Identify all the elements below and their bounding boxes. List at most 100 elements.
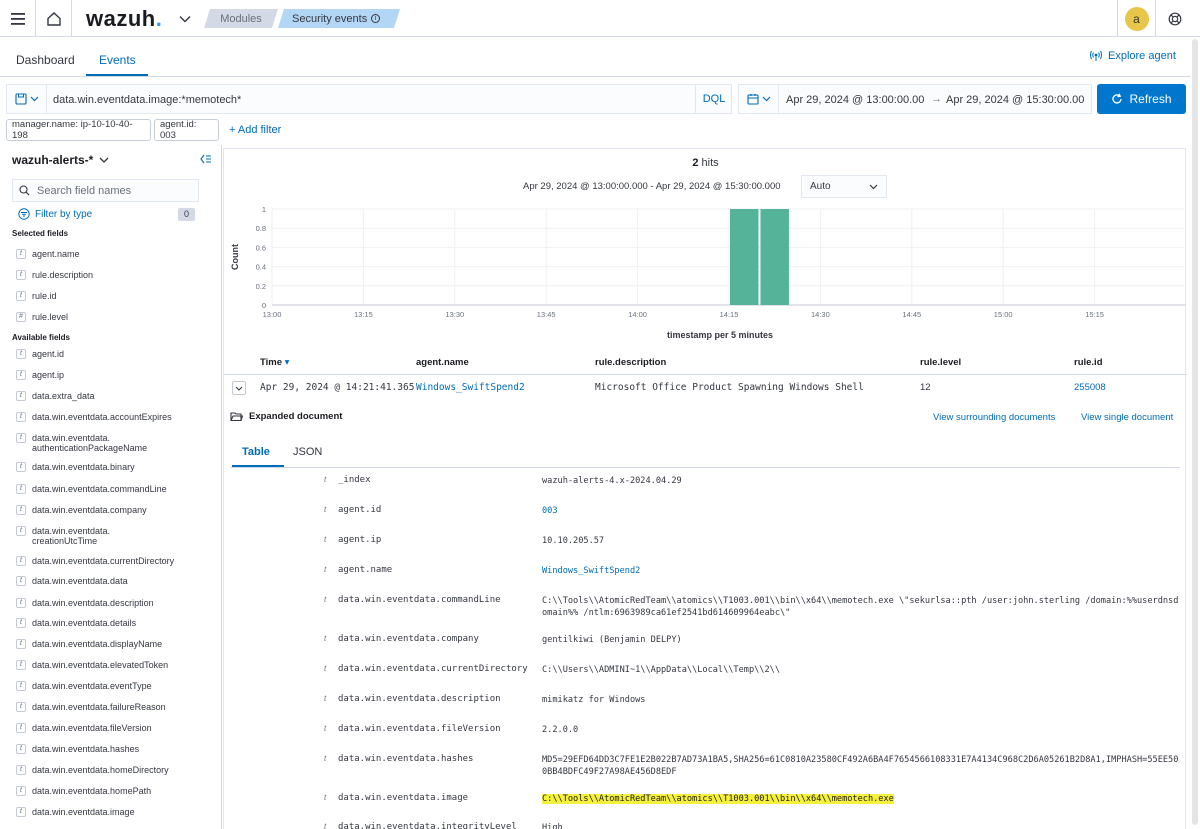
column-header-agent-name[interactable]: agent.name xyxy=(416,357,469,368)
document-field-value[interactable]: 003 xyxy=(542,505,1180,517)
field-item[interactable]: # rule.level xyxy=(16,312,202,322)
field-name: rule.level xyxy=(32,312,69,322)
collapse-sidebar-button[interactable] xyxy=(200,154,212,164)
document-field-value[interactable]: Windows_SwiftSpend2 xyxy=(542,565,1180,577)
scrollbar-thumb[interactable] xyxy=(1192,39,1198,825)
collapse-row-button[interactable] xyxy=(232,381,246,395)
field-item[interactable]: t data.win.eventdata.company xyxy=(16,505,202,515)
document-field-key: data.win.eventdata.commandLine xyxy=(338,595,501,605)
table-header: Time ▾ agent.name rule.description rule.… xyxy=(224,349,1187,375)
field-name: data.win.eventdata.accountExpires xyxy=(32,412,172,422)
field-type-icon: t xyxy=(16,484,26,494)
field-name: data.win.eventdata.failureReason xyxy=(32,702,166,712)
field-type-icon: t xyxy=(324,793,327,802)
hamburger-icon xyxy=(10,12,25,25)
column-header-rule-level[interactable]: rule.level xyxy=(920,357,961,368)
search-query-input[interactable]: data.win.eventdata.image:*memotech* xyxy=(53,94,241,106)
page-scrollbar[interactable] xyxy=(1190,37,1200,829)
saved-queries-button[interactable] xyxy=(7,85,47,113)
filter-by-type-button[interactable]: Filter by type xyxy=(18,208,92,220)
field-item[interactable]: t data.win.eventdata.homePath xyxy=(16,786,202,796)
field-type-icon: t xyxy=(16,723,26,733)
filter-pill-agent[interactable]: agent.id: 003 xyxy=(154,119,219,141)
refresh-label: Refresh xyxy=(1129,92,1172,106)
field-item[interactable]: t data.win.eventdata.currentDirectory xyxy=(16,556,202,566)
document-field-key: data.win.eventdata.integrityLevel xyxy=(338,822,517,829)
tab-json[interactable]: JSON xyxy=(293,446,322,458)
add-filter-button[interactable]: + Add filter xyxy=(229,124,281,136)
date-end[interactable]: Apr 29, 2024 @ 15:30:00.00 xyxy=(946,94,1084,106)
chart-bar xyxy=(760,209,789,305)
user-menu-button[interactable]: a xyxy=(1117,0,1155,37)
filter-pill-manager[interactable]: manager.name: ip-10-10-40-198 xyxy=(6,119,151,141)
field-name: data.win.eventdata.company xyxy=(32,505,147,515)
tab-events[interactable]: Events xyxy=(99,53,136,67)
index-pattern-selector[interactable]: wazuh-alerts-* xyxy=(12,153,109,167)
filter-by-type-label: Filter by type xyxy=(35,208,93,220)
x-tick-label: 15:15 xyxy=(1085,310,1104,319)
app-switcher-button[interactable] xyxy=(174,0,196,37)
home-button[interactable] xyxy=(36,0,72,37)
date-start[interactable]: Apr 29, 2024 @ 13:00:00.00 xyxy=(786,94,924,106)
field-item[interactable]: t data.win.eventdata.fileVersion xyxy=(16,723,202,733)
column-header-rule-id[interactable]: rule.id xyxy=(1074,357,1103,368)
quick-date-menu-button[interactable] xyxy=(739,85,779,113)
tab-dashboard[interactable]: Dashboard xyxy=(16,53,75,67)
breadcrumb-modules[interactable]: Modules xyxy=(204,9,278,28)
cell-time: Apr 29, 2024 @ 14:21:41.365 xyxy=(260,382,415,393)
x-tick-label: 15:00 xyxy=(994,310,1013,319)
field-search-box xyxy=(12,179,199,202)
info-icon[interactable]: i xyxy=(371,14,380,23)
selected-fields-heading: Selected fields xyxy=(12,229,69,238)
cell-agent-name[interactable]: Windows_SwiftSpend2 xyxy=(416,382,525,393)
field-item[interactable]: t data.win.eventdata.eventType xyxy=(16,681,202,691)
field-item[interactable]: t data.win.eventdata.displayName xyxy=(16,639,202,649)
field-type-icon: t xyxy=(16,807,26,817)
column-header-time[interactable]: Time ▾ xyxy=(260,357,289,368)
field-item[interactable]: t rule.id xyxy=(16,291,202,301)
lifebuoy-icon xyxy=(1168,12,1181,25)
field-item[interactable]: t data.win.eventdata. creationUtcTime xyxy=(16,526,202,546)
query-language-button[interactable]: DQL xyxy=(695,85,732,113)
field-item[interactable]: t data.win.eventdata.failureReason xyxy=(16,702,202,712)
field-item[interactable]: t data.win.eventdata.binary xyxy=(16,462,202,472)
field-name: agent.name xyxy=(32,249,80,259)
field-name: data.win.eventdata.displayName xyxy=(32,639,163,649)
view-single-document-link[interactable]: View single document xyxy=(1081,412,1173,423)
document-field-key: data.win.eventdata.image xyxy=(338,793,469,803)
field-type-icon: t xyxy=(16,462,26,472)
refresh-button[interactable]: Refresh xyxy=(1097,84,1186,114)
field-item[interactable]: t agent.id xyxy=(16,349,202,359)
field-item[interactable]: t data.win.eventdata.elevatedToken xyxy=(16,660,202,670)
field-name: data.win.eventdata.eventType xyxy=(32,681,152,691)
field-item[interactable]: t agent.ip xyxy=(16,370,202,380)
field-item[interactable]: t data.win.eventdata.description xyxy=(16,598,202,608)
field-item[interactable]: t data.win.eventdata.homeDirectory xyxy=(16,765,202,775)
explore-agent-button[interactable]: Explore agent xyxy=(1089,50,1176,62)
field-name: data.win.eventdata.elevatedToken xyxy=(32,660,169,670)
x-axis-title: timestamp per 5 minutes xyxy=(667,330,773,340)
interval-select[interactable]: Auto xyxy=(801,175,887,198)
field-item[interactable]: t data.win.eventdata.hashes xyxy=(16,744,202,754)
column-header-rule-description[interactable]: rule.description xyxy=(595,357,666,368)
field-item[interactable]: t data.win.eventdata.data xyxy=(16,576,202,586)
field-item[interactable]: t data.win.eventdata.accountExpires xyxy=(16,412,202,422)
field-item[interactable]: t data.extra_data xyxy=(16,391,202,401)
field-item[interactable]: t data.win.eventdata.details xyxy=(16,618,202,628)
field-item[interactable]: t data.win.eventdata.image xyxy=(16,807,202,817)
field-item[interactable]: t data.win.eventdata. authenticationPacka… xyxy=(16,433,202,453)
field-item[interactable]: t agent.name xyxy=(16,249,202,259)
cell-rule-id[interactable]: 255008 xyxy=(1074,382,1106,393)
x-tick-label: 14:30 xyxy=(811,310,830,319)
field-item[interactable]: t rule.description xyxy=(16,270,202,280)
wazuh-logo[interactable]: wazuh. xyxy=(86,0,162,37)
field-item[interactable]: t data.win.eventdata.commandLine xyxy=(16,484,202,494)
field-type-icon: t xyxy=(16,618,26,628)
menu-toggle-button[interactable] xyxy=(0,0,36,37)
tab-table[interactable]: Table xyxy=(242,446,270,458)
view-surrounding-documents-link[interactable]: View surrounding documents xyxy=(933,412,1055,423)
field-search-input[interactable] xyxy=(37,184,187,197)
document-field-value: C:\\Users\\ADMINI~1\\AppData\\Local\\Tem… xyxy=(542,665,780,675)
help-button[interactable] xyxy=(1155,0,1193,37)
breadcrumb-security-events[interactable]: Security events i xyxy=(278,9,400,28)
